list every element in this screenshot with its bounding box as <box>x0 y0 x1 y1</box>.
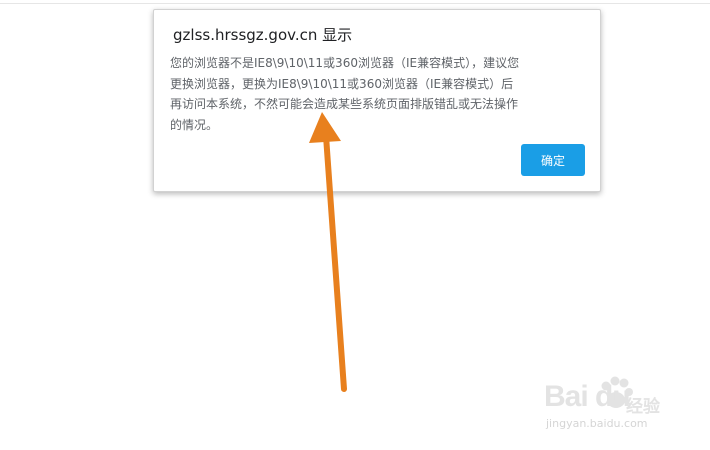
watermark-jingyan-text: 经验 <box>626 397 660 417</box>
ok-button[interactable]: 确定 <box>521 144 585 176</box>
dialog-message: 您的浏览器不是IE8\9\10\11或360浏览器（IE兼容模式），建议您更换浏… <box>170 56 520 132</box>
watermark-logo-text: Bai du <box>544 380 631 413</box>
alert-dialog: gzlss.hrssgz.gov.cn 显示 您的浏览器不是IE8\9\10\1… <box>153 9 601 192</box>
baidu-jingyan-watermark: Bai du 经验 jingyan.baidu.com <box>544 376 674 436</box>
page-top-divider <box>0 3 710 4</box>
dialog-title: gzlss.hrssgz.gov.cn 显示 <box>173 26 353 44</box>
watermark-url: jingyan.baidu.com <box>546 417 648 430</box>
